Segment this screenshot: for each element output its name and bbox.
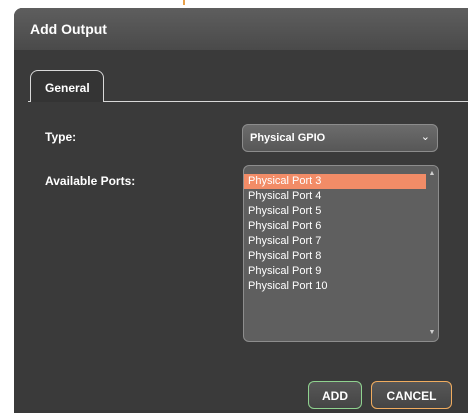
ports-scrollbar[interactable]: ▲ ▼	[426, 166, 438, 341]
chevron-down-icon: ⌄	[420, 131, 430, 143]
available-ports-list: Physical Port 3 Physical Port 4 Physical…	[244, 174, 428, 294]
add-output-dialog: Add Output General Type: Physical GPIO ⌄…	[14, 8, 468, 413]
available-ports-label: Available Ports:	[45, 174, 136, 188]
type-label: Type:	[45, 130, 77, 144]
port-option[interactable]: Physical Port 7	[244, 234, 428, 249]
scroll-up-arrow-icon[interactable]: ▲	[428, 170, 436, 178]
port-option[interactable]: Physical Port 9	[244, 264, 428, 279]
top-accent-mark	[183, 0, 185, 5]
cancel-button[interactable]: CANCEL	[371, 381, 452, 409]
page-canvas: Add Output General Type: Physical GPIO ⌄…	[0, 0, 468, 413]
scroll-down-arrow-icon[interactable]: ▼	[428, 329, 436, 337]
tab-general[interactable]: General	[30, 70, 104, 102]
port-option[interactable]: Physical Port 4	[244, 189, 428, 204]
add-button[interactable]: ADD	[308, 381, 362, 409]
port-option[interactable]: Physical Port 6	[244, 219, 428, 234]
dialog-titlebar: Add Output	[14, 8, 468, 50]
port-option[interactable]: Physical Port 3	[244, 174, 428, 189]
dialog-title: Add Output	[30, 21, 107, 37]
port-option[interactable]: Physical Port 5	[244, 204, 428, 219]
port-option[interactable]: Physical Port 10	[244, 279, 428, 294]
type-select-value: Physical GPIO	[250, 132, 326, 144]
port-option[interactable]: Physical Port 8	[244, 249, 428, 264]
tab-general-label: General	[45, 81, 90, 95]
type-select[interactable]: Physical GPIO ⌄	[242, 124, 438, 152]
available-ports-listbox[interactable]: Physical Port 3 Physical Port 4 Physical…	[243, 165, 439, 342]
